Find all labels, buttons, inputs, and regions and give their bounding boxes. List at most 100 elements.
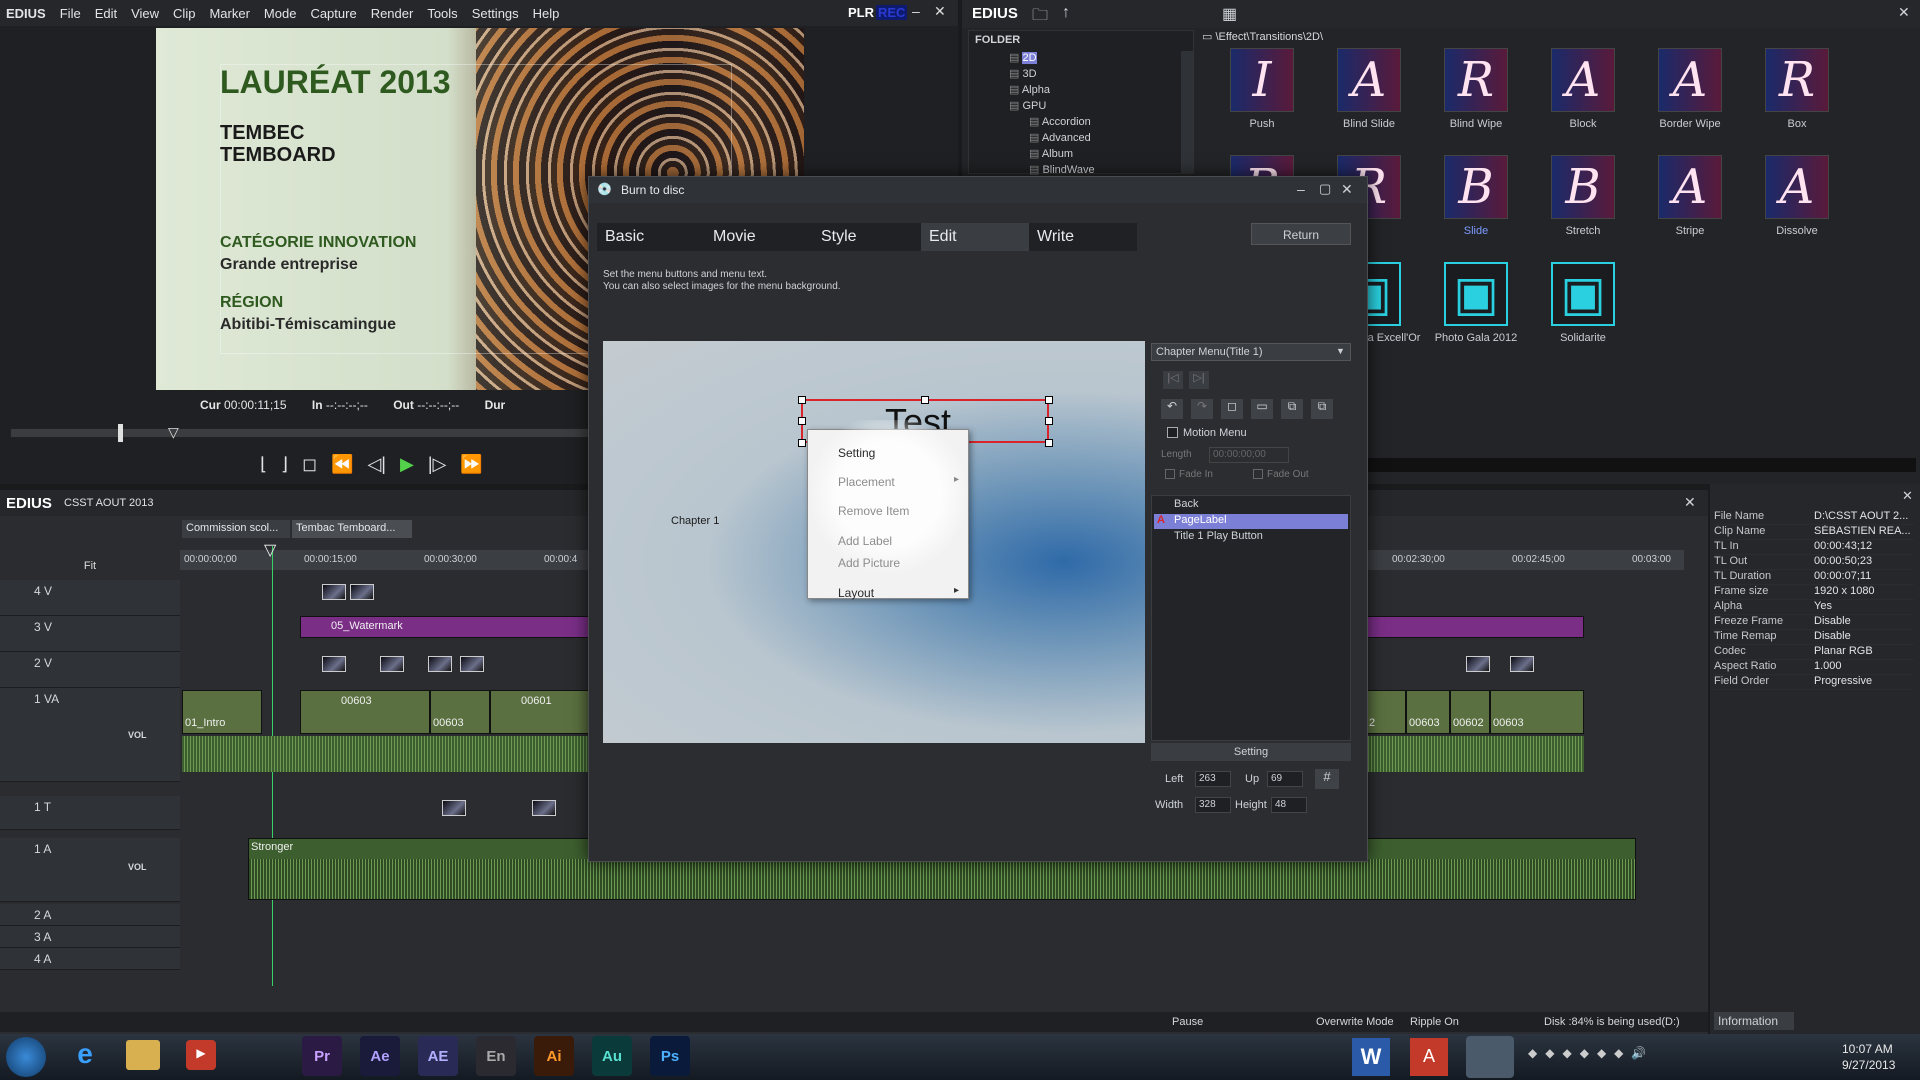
tree-item[interactable]: ▤ 3D xyxy=(1009,67,1037,82)
clip-00603-d[interactable]: 00603 xyxy=(1490,690,1584,734)
tray-icon-2[interactable]: ◆ xyxy=(1545,1046,1554,1066)
plr-label[interactable]: PLR xyxy=(848,5,874,20)
item-back[interactable]: Back xyxy=(1154,498,1348,513)
mark-out-icon[interactable]: ⌋ xyxy=(281,454,288,475)
tab-basic[interactable]: Basic xyxy=(597,223,705,251)
effect-item[interactable]: A Block xyxy=(1523,48,1643,130)
item-play-button[interactable]: Title 1 Play Button xyxy=(1154,530,1348,545)
tray-icon-1[interactable]: ◆ xyxy=(1528,1046,1537,1066)
tree-item[interactable]: ▤ Album xyxy=(1029,147,1073,162)
fast-forward-icon[interactable]: ⏩ xyxy=(460,454,482,475)
track-header-4a[interactable]: 4 A xyxy=(0,948,180,970)
tree-item[interactable]: ▤ Alpha xyxy=(1009,83,1050,98)
close-icon[interactable]: ✕ xyxy=(934,3,946,20)
fade-out-checkbox[interactable] xyxy=(1253,469,1263,479)
clip-00601[interactable]: 00601 xyxy=(490,690,590,734)
clip-00603-a[interactable]: 00603 xyxy=(300,690,430,734)
width-field[interactable]: 328 xyxy=(1195,797,1231,813)
effect-item[interactable]: A Blind Slide xyxy=(1309,48,1429,130)
media-icon[interactable]: ▶ xyxy=(186,1040,216,1070)
resize-handle-tl[interactable] xyxy=(798,396,806,404)
menu-capture[interactable]: Capture xyxy=(310,6,356,21)
taskbar-aftereffects[interactable]: Ae xyxy=(360,1036,400,1076)
playhead-marker-icon[interactable]: ▽ xyxy=(168,424,179,441)
taskbar-pdf-icon[interactable]: A xyxy=(1410,1038,1448,1076)
menu-mode[interactable]: Mode xyxy=(264,6,297,21)
step-back-icon[interactable]: ◁| xyxy=(367,454,386,475)
ctx-placement[interactable]: Placement xyxy=(838,475,895,489)
step-forward-icon[interactable]: |▷ xyxy=(428,454,447,475)
tab-edit[interactable]: Edit xyxy=(921,223,1029,251)
fade-in-checkbox[interactable] xyxy=(1165,469,1175,479)
minimize-icon[interactable]: – xyxy=(912,3,920,19)
tree-item[interactable]: ▤ Accordion xyxy=(1029,115,1091,130)
playhead-triangle-icon[interactable]: ▽ xyxy=(264,540,276,560)
scrub-handle[interactable] xyxy=(118,424,123,442)
scrub-bar[interactable] xyxy=(10,428,590,438)
clip-2[interactable]: 2 xyxy=(1366,690,1406,734)
item-pagelabel[interactable]: A PageLabel xyxy=(1154,514,1348,529)
up-folder-icon[interactable]: ↑ xyxy=(1062,4,1070,22)
effect-item[interactable]: A Dissolve xyxy=(1737,155,1857,237)
grid-button[interactable]: # xyxy=(1315,769,1339,789)
resize-handle-ml[interactable] xyxy=(798,417,806,425)
taskbar-illustrator[interactable]: Ai xyxy=(534,1036,574,1076)
status-ripple[interactable]: Ripple On xyxy=(1410,1016,1459,1028)
taskbar-ae2[interactable]: AE xyxy=(418,1036,458,1076)
rewind-icon[interactable]: ⏪ xyxy=(331,454,353,475)
menu-select[interactable]: Chapter Menu(Title 1) ▼ xyxy=(1151,343,1351,361)
menu-help[interactable]: Help xyxy=(533,6,560,21)
clip-watermark-left[interactable]: 05_Watermark xyxy=(300,616,590,638)
info-close-icon[interactable]: ✕ xyxy=(1902,488,1913,504)
explorer-icon[interactable] xyxy=(126,1040,160,1070)
play-icon[interactable]: ▶ xyxy=(400,454,414,475)
effect-item[interactable]: R Blind Wipe xyxy=(1416,48,1536,130)
track-header-1t[interactable]: 1 T xyxy=(0,796,180,830)
tray-icon-6[interactable]: ◆ xyxy=(1614,1046,1623,1066)
mark-in-icon[interactable]: ⌊ xyxy=(260,454,267,475)
taskbar-edius-icon[interactable] xyxy=(1466,1036,1514,1078)
menu-file[interactable]: File xyxy=(60,6,81,21)
clip-watermark-right[interactable] xyxy=(1366,616,1584,638)
length-field[interactable]: 00:00:00;00 xyxy=(1209,447,1289,463)
clock-time[interactable]: 10:07 AM xyxy=(1842,1042,1893,1056)
layer-down-icon[interactable]: ⧉ xyxy=(1311,399,1333,419)
up-field[interactable]: 69 xyxy=(1267,771,1303,787)
start-button[interactable] xyxy=(6,1037,46,1077)
track-header-2v[interactable]: 2 V xyxy=(0,652,180,688)
effect-item[interactable]: B Stretch xyxy=(1523,155,1643,237)
effect-item[interactable]: ▣ Solidarite xyxy=(1523,262,1643,344)
effect-item[interactable]: I Push xyxy=(1202,48,1322,130)
track-header-3v[interactable]: 3 V xyxy=(0,616,180,652)
clip-00602[interactable]: 00602 xyxy=(1450,690,1490,734)
resize-handle-br[interactable] xyxy=(1045,439,1053,447)
folder-icon[interactable]: 🗀 xyxy=(1032,4,1048,31)
taskbar-encore[interactable]: En xyxy=(476,1036,516,1076)
dialog-minimize-icon[interactable]: – xyxy=(1297,181,1305,197)
resize-handle-tr[interactable] xyxy=(1045,396,1053,404)
ctx-add-picture[interactable]: Add Picture xyxy=(838,556,900,570)
tray-icon-5[interactable]: ◆ xyxy=(1597,1046,1606,1066)
chapter-1-label[interactable]: Chapter 1 xyxy=(671,515,719,527)
menu-canvas[interactable]: Chapter 1 Test Setting Placement ▸ Remov… xyxy=(603,341,1145,743)
taskbar-word-icon[interactable]: W xyxy=(1352,1038,1390,1076)
taskbar-audition[interactable]: Au xyxy=(592,1036,632,1076)
track-header-1a[interactable]: 1 A VOL xyxy=(0,838,180,902)
library-close-icon[interactable]: ✕ xyxy=(1898,4,1910,21)
frame-icon[interactable]: ◻ xyxy=(1221,399,1243,419)
resize-handle-bl[interactable] xyxy=(798,439,806,447)
info-tab[interactable]: Information xyxy=(1714,1012,1794,1030)
tab-write[interactable]: Write xyxy=(1029,223,1137,251)
redo-icon[interactable]: ↷ xyxy=(1191,399,1213,419)
track-header-2a[interactable]: 2 A xyxy=(0,904,180,926)
nav-next-button[interactable]: ▷| xyxy=(1189,371,1209,389)
wide-frame-icon[interactable]: ▭ xyxy=(1251,399,1273,419)
taskbar-premiere[interactable]: Pr xyxy=(302,1036,342,1076)
menu-settings[interactable]: Settings xyxy=(472,6,519,21)
clip-00603-b[interactable]: 00603 xyxy=(430,690,490,734)
seq-tab-1[interactable]: Commission scol... xyxy=(182,520,290,538)
clock-date[interactable]: 9/27/2013 xyxy=(1842,1058,1895,1072)
effect-item[interactable]: A Stripe xyxy=(1630,155,1750,237)
ctx-setting[interactable]: Setting xyxy=(838,446,875,460)
layer-up-icon[interactable]: ⧉ xyxy=(1281,399,1303,419)
